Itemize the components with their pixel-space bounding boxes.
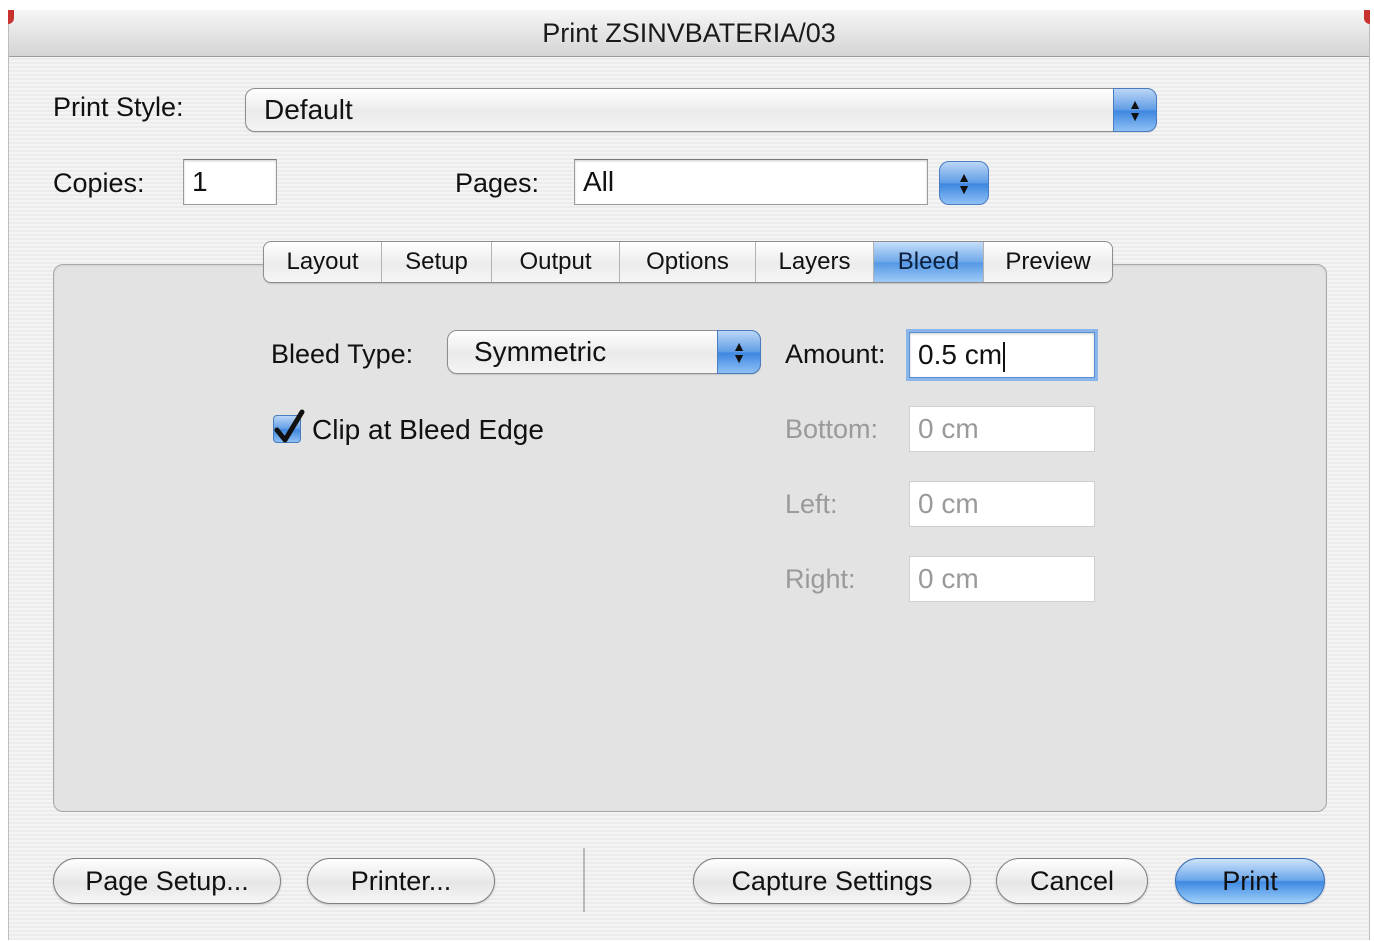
clip-at-bleed-edge-checkbox[interactable] bbox=[273, 409, 305, 443]
bottom-field: 0 cm bbox=[909, 406, 1095, 452]
print-style-label: Print Style: bbox=[53, 92, 184, 122]
tab-bleed[interactable]: Bleed bbox=[874, 242, 984, 282]
print-dialog: Print ZSINVBATERIA/03 Print Style: Defau… bbox=[8, 10, 1370, 940]
pages-label: Pages: bbox=[455, 168, 540, 198]
capture-settings-button[interactable]: Capture Settings bbox=[693, 858, 971, 904]
text-caret bbox=[1003, 341, 1006, 372]
tab-options[interactable]: Options bbox=[620, 242, 756, 282]
tab-layers[interactable]: Layers bbox=[756, 242, 874, 282]
right-label: Right: bbox=[785, 564, 856, 594]
left-field: 0 cm bbox=[909, 481, 1095, 527]
amount-label: Amount: bbox=[785, 339, 886, 369]
printer-button[interactable]: Printer... bbox=[307, 858, 495, 904]
clip-at-bleed-edge-label[interactable]: Clip at Bleed Edge bbox=[312, 414, 544, 446]
checkmark-icon bbox=[274, 409, 305, 443]
tab-bar: Layout Setup Output Options Layers Bleed… bbox=[263, 241, 1113, 283]
amount-field[interactable]: 0.5 cm bbox=[909, 332, 1095, 378]
bleed-type-popup[interactable]: Symmetric ▲ ▼ bbox=[447, 330, 761, 374]
right-field: 0 cm bbox=[909, 556, 1095, 602]
window-title: Print ZSINVBATERIA/03 bbox=[542, 18, 836, 48]
tab-setup[interactable]: Setup bbox=[382, 242, 492, 282]
title-bar: Print ZSINVBATERIA/03 bbox=[9, 10, 1369, 57]
tab-preview[interactable]: Preview bbox=[984, 242, 1112, 282]
tab-output[interactable]: Output bbox=[492, 242, 620, 282]
pages-field[interactable]: All bbox=[574, 159, 928, 205]
bottom-label: Bottom: bbox=[785, 414, 879, 444]
copies-label: Copies: bbox=[53, 168, 145, 198]
page-setup-button[interactable]: Page Setup... bbox=[53, 858, 281, 904]
cancel-button[interactable]: Cancel bbox=[996, 858, 1148, 904]
popup-arrows-icon: ▲ ▼ bbox=[1113, 88, 1157, 132]
popup-arrows-icon: ▲ ▼ bbox=[717, 330, 761, 374]
window-corner-right bbox=[1364, 10, 1370, 24]
tab-layout[interactable]: Layout bbox=[264, 242, 382, 282]
print-style-popup[interactable]: Default ▲ ▼ bbox=[245, 88, 1157, 132]
button-separator bbox=[583, 848, 585, 912]
bleed-type-label: Bleed Type: bbox=[271, 339, 414, 369]
bleed-type-value: Symmetric bbox=[474, 336, 607, 367]
print-button[interactable]: Print bbox=[1175, 858, 1325, 904]
amount-value: 0.5 cm bbox=[918, 339, 1003, 370]
copies-field[interactable]: 1 bbox=[183, 159, 277, 205]
pages-popup-button[interactable]: ▲ ▼ bbox=[939, 161, 989, 206]
left-label: Left: bbox=[785, 489, 838, 519]
popup-arrows-icon: ▲ ▼ bbox=[939, 161, 989, 205]
print-style-value: Default bbox=[264, 94, 353, 125]
